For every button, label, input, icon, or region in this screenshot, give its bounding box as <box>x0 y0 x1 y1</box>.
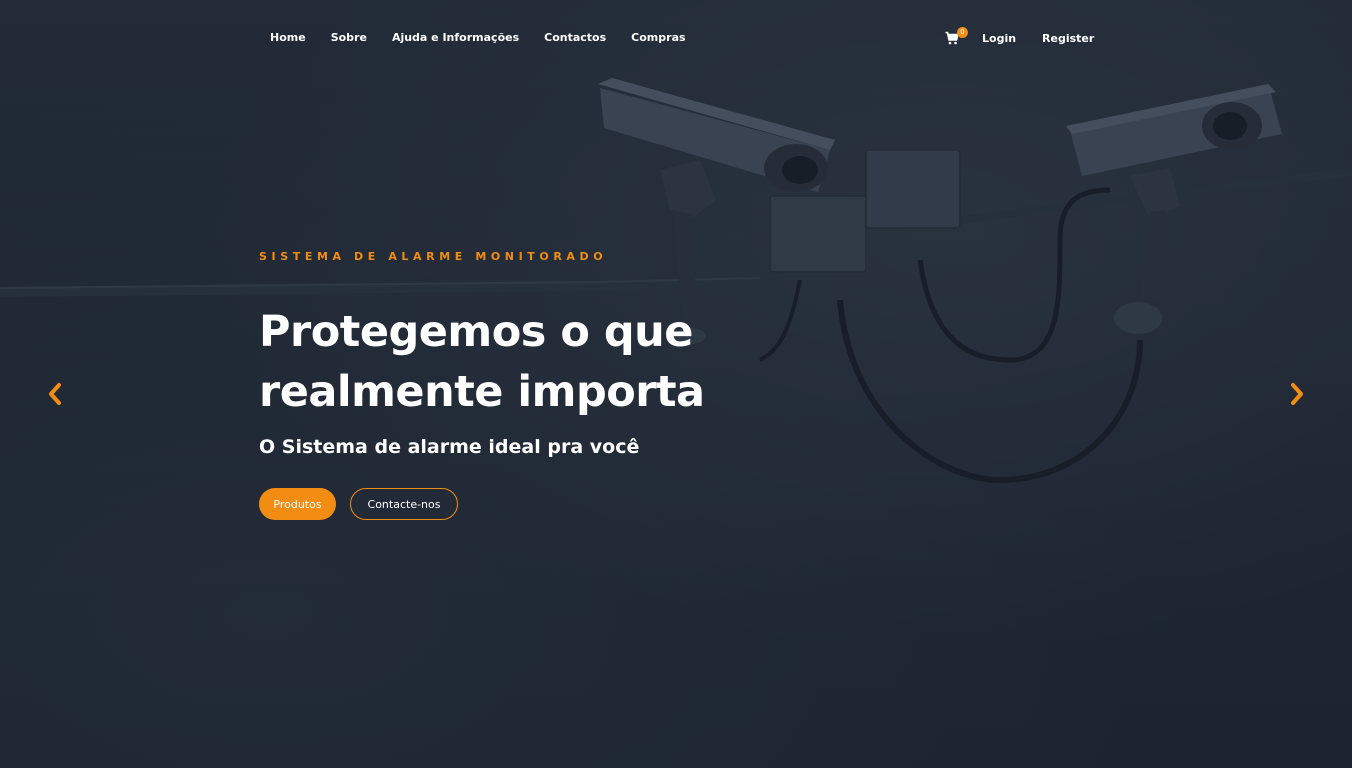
cart-count-badge: 0 <box>957 27 968 38</box>
nav-compras[interactable]: Compras <box>631 31 685 44</box>
login-link[interactable]: Login <box>982 32 1016 45</box>
nav-sobre[interactable]: Sobre <box>331 31 367 44</box>
carousel-next-button[interactable] <box>1286 381 1308 407</box>
chevron-left-icon <box>49 383 61 405</box>
nav-ajuda[interactable]: Ajuda e Informações <box>392 31 519 44</box>
user-menu: 0 Login Register <box>945 27 1120 45</box>
cart-button[interactable]: 0 <box>945 27 968 45</box>
register-link[interactable]: Register <box>1042 32 1094 45</box>
chevron-right-icon <box>1291 383 1303 405</box>
hero-eyebrow: SISTEMA DE ALARME MONITORADO <box>259 250 608 263</box>
contacte-nos-button[interactable]: Contacte-nos <box>350 488 458 520</box>
carousel-prev-button[interactable] <box>44 381 66 407</box>
hero-headline: Protegemos o que realmente importa <box>259 307 705 417</box>
main-menu: Home Sobre Ajuda e Informações Contactos… <box>270 31 711 44</box>
nav-contactos[interactable]: Contactos <box>544 31 606 44</box>
hero-subheading: O Sistema de alarme ideal pra você <box>259 436 640 458</box>
produtos-button[interactable]: Produtos <box>259 488 336 520</box>
top-navbar: Home Sobre Ajuda e Informações Contactos… <box>0 0 1352 78</box>
nav-home[interactable]: Home <box>270 31 306 44</box>
